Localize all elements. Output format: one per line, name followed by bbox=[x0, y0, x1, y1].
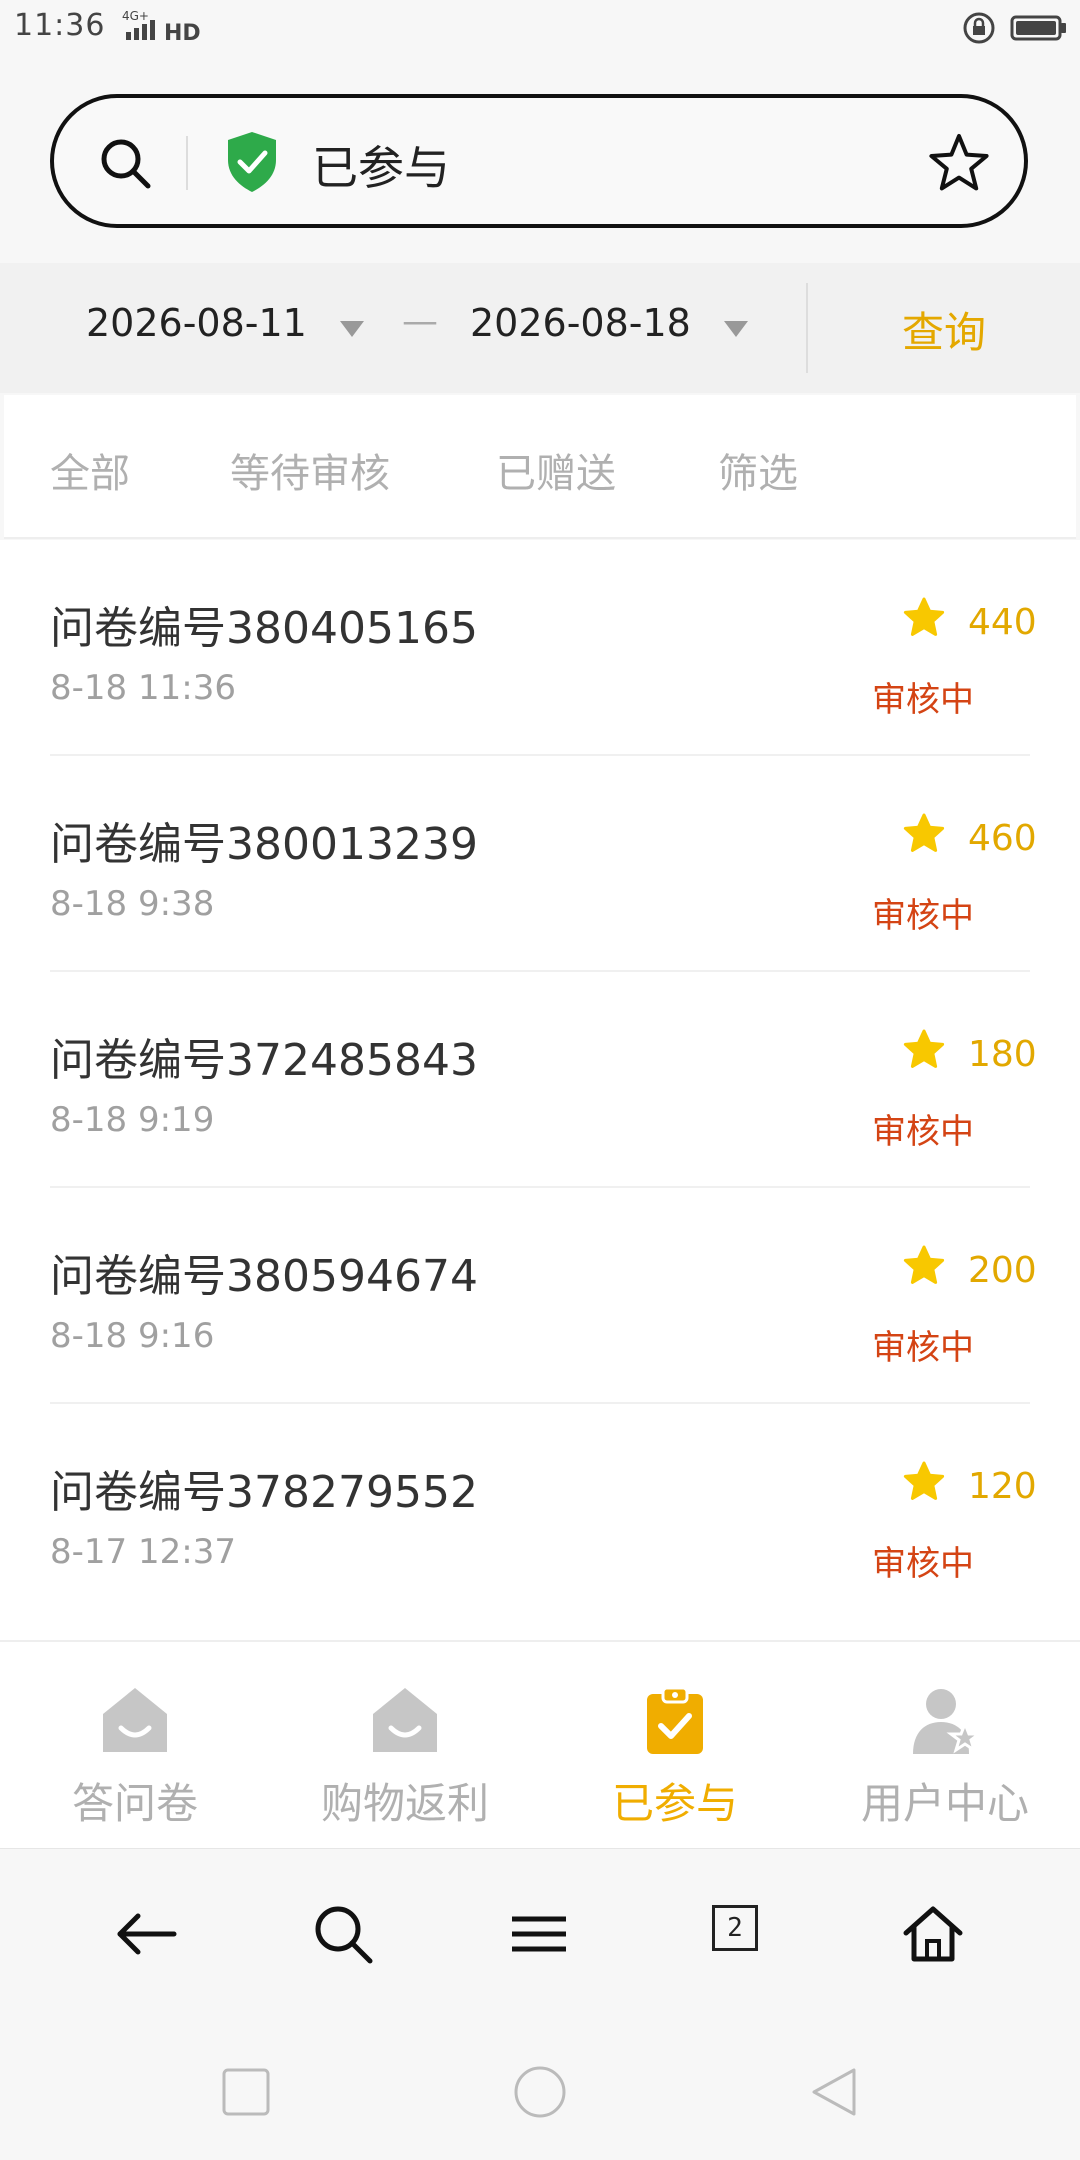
recent-apps-icon[interactable] bbox=[218, 2064, 274, 2120]
clipboard-check-icon bbox=[647, 1686, 703, 1754]
status-badge: 审核中 bbox=[872, 1112, 974, 1152]
star-icon bbox=[903, 1029, 945, 1068]
browser-toolbar: 2 bbox=[0, 1848, 1080, 2019]
shield-check-icon bbox=[228, 132, 276, 192]
date-filter: 2026-08-11 — 2026-08-18 查询 bbox=[0, 263, 1080, 393]
survey-time: 8-18 9:16 bbox=[50, 1316, 215, 1356]
back-triangle-icon[interactable] bbox=[806, 2064, 862, 2120]
home-circle-icon[interactable] bbox=[512, 2064, 568, 2120]
search-separator bbox=[186, 136, 188, 190]
back-arrow-icon[interactable] bbox=[112, 1899, 182, 1969]
filter-tabs: 全部 等待审核 已赠送 筛选 bbox=[4, 395, 1076, 539]
home-icon[interactable] bbox=[898, 1899, 968, 1969]
survey-time: 8-18 11:36 bbox=[50, 668, 236, 708]
favorite-star-icon[interactable] bbox=[928, 132, 990, 194]
menu-icon[interactable] bbox=[504, 1899, 574, 1969]
star-icon bbox=[903, 1461, 945, 1500]
survey-title: 问卷编号378279552 bbox=[50, 1467, 478, 1518]
tabs-button[interactable]: 2 bbox=[712, 1905, 758, 1951]
survey-time: 8-18 9:38 bbox=[50, 884, 215, 924]
search-icon[interactable] bbox=[96, 134, 156, 194]
house-icon bbox=[103, 1688, 167, 1752]
survey-title: 问卷编号372485843 bbox=[50, 1035, 478, 1086]
search-area: 已参与 bbox=[0, 58, 1080, 263]
survey-list: 问卷编号380405165 8-18 11:36 440 审核中 问卷编号380… bbox=[0, 540, 1080, 1640]
list-item[interactable]: 问卷编号372485843 8-18 9:19 180 审核中 bbox=[0, 972, 1080, 1188]
status-badge: 审核中 bbox=[872, 896, 974, 936]
status-right bbox=[962, 8, 1068, 48]
nav-label: 用户中心 bbox=[860, 1779, 1029, 1828]
tab-count: 2 bbox=[712, 1905, 758, 1951]
points-value: 120 bbox=[968, 1466, 1037, 1507]
survey-title: 问卷编号380013239 bbox=[50, 819, 478, 870]
bottom-nav: 答问卷 购物返利 已参与 用户中心 bbox=[0, 1640, 1080, 1848]
query-button[interactable]: 查询 bbox=[902, 299, 986, 360]
star-icon bbox=[903, 813, 945, 852]
points-value: 200 bbox=[968, 1250, 1037, 1291]
points-value: 460 bbox=[968, 818, 1037, 859]
list-item[interactable]: 问卷编号380013239 8-18 9:38 460 审核中 bbox=[0, 756, 1080, 972]
status-badge: 审核中 bbox=[872, 1544, 974, 1584]
list-item[interactable]: 问卷编号380594674 8-18 9:16 200 审核中 bbox=[0, 1188, 1080, 1404]
points-value: 440 bbox=[968, 602, 1037, 643]
points-value: 180 bbox=[968, 1034, 1037, 1075]
status-time: 11:36 bbox=[14, 8, 106, 43]
search-bar[interactable]: 已参与 bbox=[50, 94, 1028, 228]
nav-shopping-rebate[interactable]: 购物返利 bbox=[270, 1642, 540, 1848]
search-icon[interactable] bbox=[308, 1899, 378, 1969]
system-nav bbox=[0, 2018, 1080, 2160]
house-icon bbox=[373, 1688, 437, 1752]
list-item[interactable]: 问卷编号380405165 8-18 11:36 440 审核中 bbox=[0, 540, 1080, 756]
status-badge: 审核中 bbox=[872, 680, 974, 720]
chevron-down-icon[interactable] bbox=[724, 321, 748, 337]
query-separator bbox=[806, 283, 808, 373]
nav-label: 购物返利 bbox=[320, 1779, 489, 1828]
battery-icon bbox=[1010, 15, 1066, 41]
nav-label: 答问卷 bbox=[71, 1779, 198, 1828]
nav-label: 已参与 bbox=[611, 1779, 738, 1828]
svg-text:HD: HD bbox=[164, 21, 200, 46]
tab-filter[interactable]: 筛选 bbox=[718, 441, 798, 499]
star-icon bbox=[903, 597, 945, 636]
signal-icon: 4G+ HD bbox=[120, 6, 201, 46]
survey-time: 8-18 9:19 bbox=[50, 1100, 215, 1140]
search-text[interactable]: 已参与 bbox=[312, 132, 450, 198]
nav-answer-survey[interactable]: 答问卷 bbox=[0, 1642, 270, 1848]
status-bar: 11:36 4G+ HD bbox=[0, 0, 1080, 58]
svg-text:4G+: 4G+ bbox=[122, 9, 149, 23]
tab-pending-review[interactable]: 等待审核 bbox=[230, 441, 390, 499]
date-dash: — bbox=[402, 301, 438, 342]
user-star-icon bbox=[913, 1689, 981, 1754]
end-date-select[interactable]: 2026-08-18 bbox=[470, 301, 691, 345]
tab-all[interactable]: 全部 bbox=[50, 441, 130, 499]
chevron-down-icon[interactable] bbox=[340, 321, 364, 337]
nav-participated[interactable]: 已参与 bbox=[540, 1642, 810, 1848]
lock-rotation-icon bbox=[963, 12, 995, 44]
survey-title: 问卷编号380594674 bbox=[50, 1251, 478, 1302]
nav-user-center[interactable]: 用户中心 bbox=[810, 1642, 1080, 1848]
list-item[interactable]: 问卷编号378279552 8-17 12:37 120 审核中 bbox=[0, 1404, 1080, 1620]
survey-time: 8-17 12:37 bbox=[50, 1532, 236, 1572]
star-icon bbox=[903, 1245, 945, 1284]
survey-title: 问卷编号380405165 bbox=[50, 603, 478, 654]
tab-gifted[interactable]: 已赠送 bbox=[496, 441, 616, 499]
status-badge: 审核中 bbox=[872, 1328, 974, 1368]
start-date-select[interactable]: 2026-08-11 bbox=[86, 301, 307, 345]
